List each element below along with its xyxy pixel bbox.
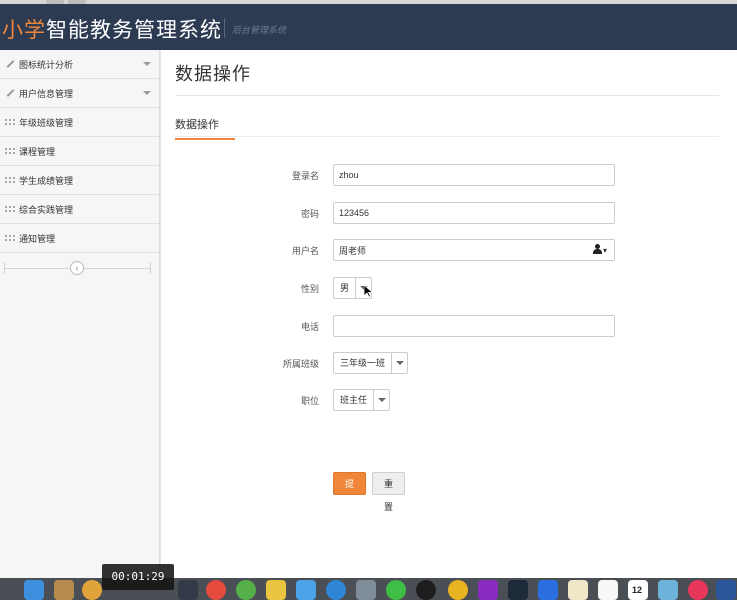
phone-label: 电话: [300, 322, 319, 332]
position-label: 职位: [300, 396, 319, 406]
login-label: 登录名: [291, 171, 319, 181]
satellite-app-icon[interactable]: [356, 580, 376, 600]
username-label: 用户名: [291, 246, 319, 256]
form-row-gender: 性别 男: [161, 277, 737, 299]
mouse-cursor-icon: [364, 285, 373, 298]
xcode-icon[interactable]: [296, 580, 316, 600]
main-content: 数据操作 数据操作 登录名 密码 用户名 ▾ 性别 男 电话 所属班级 三年级一…: [161, 50, 737, 578]
sidebar-item-user-info[interactable]: 用户信息管理: [0, 79, 159, 108]
class-label: 所属班级: [282, 359, 319, 369]
sidebar-item-student-grades[interactable]: 学生成绩管理: [0, 166, 159, 195]
sketch-icon[interactable]: [266, 580, 286, 600]
chevron-down-icon[interactable]: ▾: [603, 246, 607, 255]
grid-icon: [4, 175, 16, 185]
form-row-password: 密码: [161, 202, 737, 224]
calendar-day: 12: [632, 585, 643, 595]
position-select-value: 班主任: [340, 395, 368, 405]
chevron-down-icon[interactable]: [373, 390, 389, 410]
form-row-login: 登录名: [161, 164, 737, 186]
reminders-icon[interactable]: [598, 580, 618, 600]
sidebar-item-grade-class[interactable]: 年级班级管理: [0, 108, 159, 137]
sidebar-item-label: 学生成绩管理: [19, 175, 74, 186]
user-icon[interactable]: [593, 244, 602, 254]
reset-button[interactable]: 重置: [372, 472, 405, 512]
maps-icon[interactable]: [658, 580, 678, 600]
evernote-icon[interactable]: [236, 580, 256, 600]
sidebar-item-label: 综合实践管理: [19, 204, 74, 215]
sidebar-collapse-row: ‹: [0, 253, 159, 283]
itunes-icon[interactable]: [688, 580, 708, 600]
finder-icon[interactable]: [24, 580, 44, 600]
sidebar-item-label: 课程管理: [19, 146, 56, 157]
grid-icon: [4, 233, 16, 243]
gender-select-value: 男: [340, 283, 350, 293]
header-divider: [224, 18, 225, 38]
app-title-highlight: 小学: [2, 19, 46, 42]
phpstorm-icon[interactable]: [478, 580, 498, 600]
sidebar: 图标统计分析 用户信息管理 年级班级管理 课程管理 学生成绩管理 综合实践管理 …: [0, 50, 160, 578]
grid-icon: [4, 146, 16, 156]
app-title: 小学智能教务管理系统: [2, 14, 222, 44]
sidebar-collapse-button[interactable]: ‹: [70, 261, 84, 275]
safari-icon[interactable]: [326, 580, 346, 600]
password-label: 密码: [300, 209, 319, 219]
divider: [175, 136, 719, 137]
notes-app-icon[interactable]: [54, 580, 74, 600]
grid-icon: [4, 117, 16, 127]
form-row-username: 用户名 ▾: [161, 239, 737, 261]
word-icon[interactable]: [716, 580, 736, 600]
sidebar-item-chart-statistics[interactable]: 图标统计分析: [0, 50, 159, 79]
page-title: 数据操作: [175, 64, 251, 84]
phone-input[interactable]: [333, 315, 615, 337]
app-subtitle: 后台管理系统: [232, 25, 287, 35]
form-row-class: 所属班级 三年级一班: [161, 352, 737, 374]
chrome-icon[interactable]: [206, 580, 226, 600]
pencil-icon: [4, 88, 16, 98]
sidebar-item-label: 通知管理: [19, 233, 56, 244]
sidebar-item-label: 用户信息管理: [19, 88, 74, 99]
pencil-icon: [4, 59, 16, 69]
textedit-icon[interactable]: [568, 580, 588, 600]
sidebar-item-practice[interactable]: 综合实践管理: [0, 195, 159, 224]
form-row-phone: 电话: [161, 315, 737, 337]
qq-icon[interactable]: [416, 580, 436, 600]
app-header: 小学智能教务管理系统 后台管理系统: [0, 4, 737, 50]
sidebar-item-label: 年级班级管理: [19, 117, 74, 128]
app-store-icon[interactable]: [448, 580, 468, 600]
divider: [175, 95, 719, 96]
username-input[interactable]: [333, 239, 615, 261]
chevron-down-icon: [143, 62, 151, 66]
password-input[interactable]: [333, 202, 615, 224]
sidebar-item-courses[interactable]: 课程管理: [0, 137, 159, 166]
chevron-down-icon: [143, 91, 151, 95]
app-title-rest: 智能教务管理系统: [46, 19, 222, 42]
class-select[interactable]: 三年级一班: [333, 352, 409, 374]
submit-button[interactable]: 提交: [333, 472, 366, 512]
chevron-down-icon[interactable]: [391, 353, 407, 373]
wechat-icon[interactable]: [386, 580, 406, 600]
login-name-input[interactable]: [333, 164, 615, 186]
video-timestamp: 00:01:29: [102, 564, 174, 590]
vscode-icon[interactable]: [538, 580, 558, 600]
gender-label: 性别: [300, 284, 319, 294]
class-select-value: 三年级一班: [340, 358, 386, 368]
intellij-icon[interactable]: [178, 580, 198, 600]
atom-icon[interactable]: [508, 580, 528, 600]
position-select[interactable]: 班主任: [333, 389, 391, 411]
grid-icon: [4, 204, 16, 214]
sidebar-item-notices[interactable]: 通知管理: [0, 224, 159, 253]
sidebar-item-label: 图标统计分析: [19, 59, 74, 70]
photos-icon[interactable]: [82, 580, 102, 600]
form-row-position: 职位 班主任: [161, 389, 737, 411]
